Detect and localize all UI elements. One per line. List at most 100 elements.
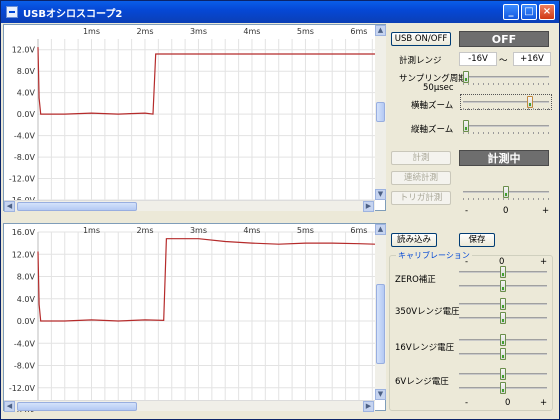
- bot-y-tick-label: -4.0V: [14, 339, 36, 348]
- top-y-tick-label: 4.0V: [17, 89, 36, 98]
- calibration-title: キャリブレーション: [396, 250, 472, 261]
- cal-350v-label: 350Vレンジ電圧: [395, 307, 460, 317]
- cal-zero-label: ZERO補正: [395, 275, 436, 285]
- load-button[interactable]: 読み込み: [391, 233, 437, 247]
- usb-onoff-button[interactable]: USB ON/OFF: [391, 32, 451, 46]
- scope-top-hscroll-thumb[interactable]: [17, 202, 137, 211]
- cal-slider-thumb-7[interactable]: [500, 368, 506, 380]
- bot-y-tick-label: 0.0V: [17, 317, 36, 326]
- cal-slider-4[interactable]: [459, 312, 547, 324]
- scope-bottom-hscroll-thumb[interactable]: [17, 402, 137, 411]
- range-separator: 〜: [499, 56, 508, 66]
- scope-bottom-vscrollbar[interactable]: ▲ ▼: [375, 224, 386, 400]
- cal-slider-thumb-1[interactable]: [500, 266, 506, 278]
- cal-slider-thumb-6[interactable]: [500, 348, 506, 360]
- bot-x-tick-label: 6ms: [350, 226, 367, 235]
- scope-top: 1ms 2ms 3ms 4ms 5ms 6ms 12.0V 8.0V 4.0V 0.0V -4.0…: [3, 24, 386, 212]
- range-label: 計測レンジ: [399, 56, 442, 66]
- bot-y-tick-label: 4.0V: [17, 295, 36, 304]
- measure-button[interactable]: 計測: [391, 151, 451, 165]
- measure-status-indicator: 計測中: [459, 150, 549, 166]
- scope-bottom-trace: [37, 238, 376, 322]
- cal-slider-thumb-5[interactable]: [500, 334, 506, 346]
- scroll-down-icon[interactable]: ▼: [375, 389, 386, 400]
- range-max-field: +16V: [513, 52, 551, 66]
- cal-slider-thumb-8[interactable]: [500, 382, 506, 394]
- scope-top-y-ticks: 12.0V8.0V4.0V0.0V-4.0V-8.0V-12.0V-16.0V: [9, 46, 36, 205]
- continuous-measure-button[interactable]: 連続計測: [391, 171, 451, 185]
- bot-x-tick-label: 5ms: [297, 226, 314, 235]
- bot-x-tick-label: 3ms: [190, 226, 207, 235]
- sampling-slider[interactable]: [463, 71, 549, 85]
- title-bar[interactable]: USBオシロスコープ2 _ □ ×: [1, 1, 559, 23]
- top-y-tick-label: 12.0V: [12, 46, 36, 55]
- top-x-tick-label: 5ms: [297, 27, 314, 36]
- top-y-tick-label: -4.0V: [14, 132, 36, 141]
- hzoom-slider[interactable]: [460, 94, 552, 110]
- cal-slider-3[interactable]: [459, 298, 547, 310]
- top-x-tick-label: 6ms: [350, 27, 367, 36]
- scope-top-vscroll-thumb[interactable]: [376, 102, 385, 122]
- scope-top-hscrollbar[interactable]: ◀ ▶: [4, 200, 375, 212]
- cal-slider-thumb-4[interactable]: [500, 312, 506, 324]
- scroll-left-icon[interactable]: ◀: [4, 201, 15, 212]
- scroll-right-icon[interactable]: ▶: [363, 201, 374, 212]
- trigger-level-slider-thumb[interactable]: [503, 186, 509, 198]
- cal-slider-thumb-2[interactable]: [500, 280, 506, 292]
- sampling-slider-thumb[interactable]: [463, 71, 469, 83]
- scope-bottom-vscroll-thumb[interactable]: [376, 284, 385, 364]
- top-x-tick-label: 1ms: [83, 27, 100, 36]
- cal-slider-2[interactable]: [459, 280, 547, 292]
- close-button[interactable]: ×: [539, 4, 555, 20]
- minimize-button[interactable]: _: [503, 4, 519, 20]
- cal-16v-label: 16Vレンジ電圧: [395, 343, 455, 353]
- bot-x-tick-label: 1ms: [83, 226, 100, 235]
- top-x-tick-label: 2ms: [136, 27, 153, 36]
- save-button[interactable]: 保存: [459, 233, 495, 247]
- cal-value-bottom: 0: [505, 398, 511, 408]
- scroll-down-icon[interactable]: ▼: [375, 189, 386, 200]
- trigger-level-slider[interactable]: [463, 186, 549, 200]
- hzoom-slider-thumb[interactable]: [527, 96, 533, 108]
- cal-slider-6[interactable]: [459, 348, 547, 360]
- scope-top-x-ticks: 1ms 2ms 3ms 4ms 5ms 6ms: [83, 27, 368, 36]
- scroll-up-icon[interactable]: ▲: [375, 224, 386, 235]
- scroll-right-icon[interactable]: ▶: [363, 401, 374, 412]
- range-min-field: -16V: [459, 52, 497, 66]
- scope-top-plot: 1ms 2ms 3ms 4ms 5ms 6ms 12.0V 8.0V 4.0V 0.0V -4.0…: [9, 27, 375, 205]
- bot-y-tick-label: 8.0V: [17, 273, 36, 282]
- cal-slider-thumb-3[interactable]: [500, 298, 506, 310]
- trigger-measure-button[interactable]: トリガ計測: [391, 191, 451, 205]
- scope-top-grid: [37, 39, 375, 201]
- bot-y-tick-label: -8.0V: [14, 362, 36, 371]
- scope-bottom-grid: [37, 231, 375, 411]
- scope-bottom-hscrollbar[interactable]: ◀ ▶: [4, 400, 375, 412]
- bot-y-tick-label: 12.0V: [12, 250, 36, 259]
- cal-slider-7[interactable]: [459, 368, 547, 380]
- sampling-value: 50μsec: [423, 83, 454, 93]
- scope-top-vscrollbar[interactable]: ▲ ▼: [375, 25, 386, 200]
- usb-status-indicator: OFF: [459, 31, 549, 47]
- cal-max-label-bottom: +: [540, 398, 548, 408]
- scroll-up-icon[interactable]: ▲: [375, 25, 386, 36]
- hzoom-label: 横軸ズーム: [411, 101, 454, 111]
- window-title: USBオシロスコープ2: [23, 9, 123, 20]
- bot-y-tick-label: 16.0V: [12, 228, 36, 237]
- vzoom-slider[interactable]: [463, 120, 549, 134]
- cal-6v-label: 6Vレンジ電圧: [395, 377, 449, 387]
- top-y-tick-label: 0.0V: [17, 110, 36, 119]
- scope-top-trace: [37, 47, 375, 115]
- cal-slider-1[interactable]: [459, 266, 547, 278]
- cal-slider-5[interactable]: [459, 334, 547, 346]
- trigger-value: 0: [503, 206, 509, 216]
- app-window: USBオシロスコープ2 _ □ × 1ms 2ms 3ms 4ms 5ms 6ms 12.…: [0, 0, 560, 420]
- vzoom-slider-thumb[interactable]: [463, 120, 469, 132]
- scroll-left-icon[interactable]: ◀: [4, 401, 15, 412]
- maximize-button[interactable]: □: [521, 4, 537, 20]
- trigger-min-label: -: [465, 206, 469, 216]
- scope-bottom-y-ticks: 16.0V12.0V8.0V4.0V0.0V-4.0V-8.0V-12.0V-1…: [9, 228, 36, 412]
- cal-slider-8[interactable]: [459, 382, 547, 394]
- top-y-tick-label: -8.0V: [14, 153, 36, 162]
- vzoom-label: 縦軸ズーム: [411, 125, 454, 135]
- top-y-tick-label: 8.0V: [17, 67, 36, 76]
